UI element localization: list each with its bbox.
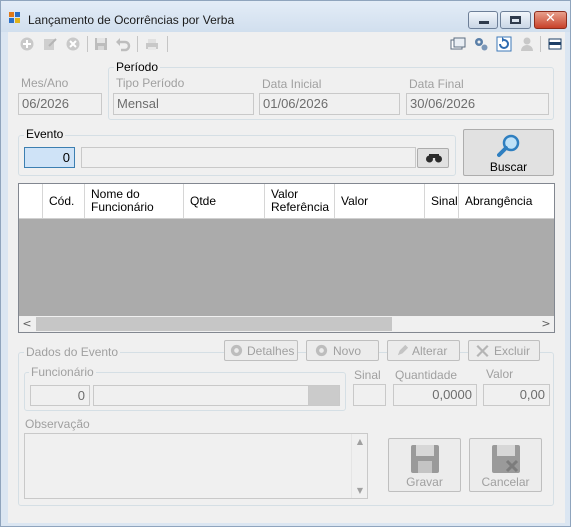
- valor-label: Valor: [486, 367, 514, 381]
- settings-icon[interactable]: [473, 36, 489, 52]
- grid-column-header[interactable]: Valor Referência: [265, 184, 335, 218]
- edit-icon[interactable]: [42, 36, 58, 52]
- data-final-field[interactable]: 30/06/2026: [406, 93, 549, 115]
- main-window: Lançamento de Ocorrências por Verba ✕ Me…: [0, 0, 571, 527]
- scroll-thumb[interactable]: [36, 317, 392, 331]
- binoculars-icon: [426, 154, 442, 163]
- valor-field[interactable]: 0,00: [483, 384, 550, 406]
- delete-icon[interactable]: [65, 36, 81, 52]
- quantidade-label: Quantidade: [395, 368, 458, 382]
- gravar-label: Gravar: [406, 475, 443, 489]
- window-title: Lançamento de Ocorrências por Verba: [28, 13, 235, 27]
- alterar-button[interactable]: Alterar: [387, 340, 460, 361]
- undo-icon[interactable]: [115, 36, 131, 52]
- grid-column-header[interactable]: Qtde: [184, 184, 265, 218]
- tipo-periodo-label: Tipo Período: [116, 76, 185, 90]
- cancelar-button[interactable]: Cancelar: [469, 438, 542, 492]
- excluir-label: Excluir: [494, 344, 531, 358]
- grid-column-header[interactable]: Nome do Funcionário: [85, 184, 184, 218]
- evento-code-input[interactable]: 0: [24, 147, 75, 168]
- save-icon[interactable]: [93, 36, 109, 52]
- minimize-button[interactable]: [468, 11, 498, 29]
- search-icon: [497, 134, 520, 157]
- buscar-button[interactable]: Buscar: [463, 129, 554, 176]
- title-bar[interactable]: Lançamento de Ocorrências por Verba ✕: [1, 1, 570, 32]
- gravar-button[interactable]: Gravar: [388, 438, 461, 492]
- window-icon[interactable]: [450, 36, 466, 52]
- novo-label: Novo: [333, 344, 362, 358]
- minimize-icon: [479, 21, 489, 24]
- gear-icon: [315, 344, 328, 357]
- novo-button[interactable]: Novo: [306, 340, 379, 361]
- cross-icon: [476, 344, 489, 358]
- grid-column-header[interactable]: Valor: [335, 184, 425, 218]
- data-final-label: Data Final: [409, 77, 464, 91]
- scroll-up-icon[interactable]: ▲: [352, 437, 368, 446]
- quantidade-field[interactable]: 0,0000: [393, 384, 477, 406]
- toolbar-separator: [87, 36, 88, 52]
- data-inicial-label: Data Inicial: [262, 77, 322, 91]
- gear-icon: [230, 344, 243, 357]
- ocorrencias-grid[interactable]: Cód. Nome do Funcionário Qtde Valor Refe…: [18, 183, 555, 333]
- cancelar-label: Cancelar: [481, 475, 530, 489]
- form-body: Mes/Ano 06/2026 Período Tipo Período Men…: [8, 32, 565, 523]
- toolbar-separator: [137, 36, 138, 52]
- detalhes-label: Detalhes: [247, 344, 295, 358]
- alterar-label: Alterar: [412, 344, 448, 358]
- grid-horizontal-scrollbar[interactable]: < >: [19, 316, 554, 332]
- cancel-save-icon: [492, 445, 520, 473]
- pencil-icon: [397, 344, 409, 356]
- sinal-field[interactable]: [353, 384, 386, 406]
- scroll-left-icon[interactable]: <: [19, 316, 35, 332]
- grid-column-header[interactable]: Sinal: [425, 184, 459, 218]
- scroll-down-icon[interactable]: ▼: [352, 486, 368, 495]
- grid-column-header[interactable]: Abrangência: [459, 184, 554, 218]
- grid-column-header[interactable]: [19, 184, 43, 218]
- funcionario-code-field[interactable]: 0: [30, 385, 90, 406]
- close-icon: ✕: [545, 11, 556, 26]
- close-button[interactable]: ✕: [534, 11, 567, 29]
- user-icon[interactable]: [519, 36, 535, 52]
- funcionario-title: Funcionário: [29, 365, 96, 379]
- excluir-button[interactable]: Excluir: [468, 340, 540, 361]
- observacao-textarea[interactable]: [24, 433, 368, 499]
- toolbar-separator: [167, 36, 168, 52]
- observacao-label: Observação: [25, 417, 90, 431]
- toolbar-separator: [540, 36, 541, 52]
- evento-group-title: Evento: [24, 127, 66, 141]
- toolbar: [8, 32, 565, 57]
- save-icon: [411, 445, 439, 473]
- funcionario-lookup-button[interactable]: [308, 385, 340, 406]
- observacao-scrollbar[interactable]: ▲ ▼: [351, 434, 368, 498]
- periodo-group-title: Período: [114, 60, 161, 74]
- print-icon[interactable]: [144, 36, 160, 52]
- mes-ano-field[interactable]: 06/2026: [18, 93, 102, 115]
- tipo-periodo-field[interactable]: Mensal: [113, 93, 254, 115]
- data-inicial-field[interactable]: 01/06/2026: [259, 93, 400, 115]
- evento-name-field[interactable]: [81, 147, 416, 168]
- dados-evento-title: Dados do Evento: [24, 345, 121, 359]
- sinal-label: Sinal: [354, 368, 381, 382]
- detalhes-button[interactable]: Detalhes: [224, 340, 298, 361]
- grid-header: Cód. Nome do Funcionário Qtde Valor Refe…: [19, 184, 554, 219]
- mes-ano-label: Mes/Ano: [21, 76, 69, 90]
- maximize-button[interactable]: [500, 11, 531, 29]
- grid-column-header[interactable]: Cód.: [43, 184, 85, 218]
- evento-lookup-button[interactable]: [417, 148, 449, 168]
- refresh-icon[interactable]: [496, 36, 512, 52]
- panel-icon[interactable]: [547, 36, 563, 52]
- buscar-label: Buscar: [489, 160, 528, 174]
- funcionario-name-field[interactable]: [93, 385, 310, 406]
- scroll-right-icon[interactable]: >: [538, 316, 554, 332]
- app-icon: [9, 12, 21, 24]
- add-icon[interactable]: [19, 36, 35, 52]
- maximize-icon: [510, 16, 521, 24]
